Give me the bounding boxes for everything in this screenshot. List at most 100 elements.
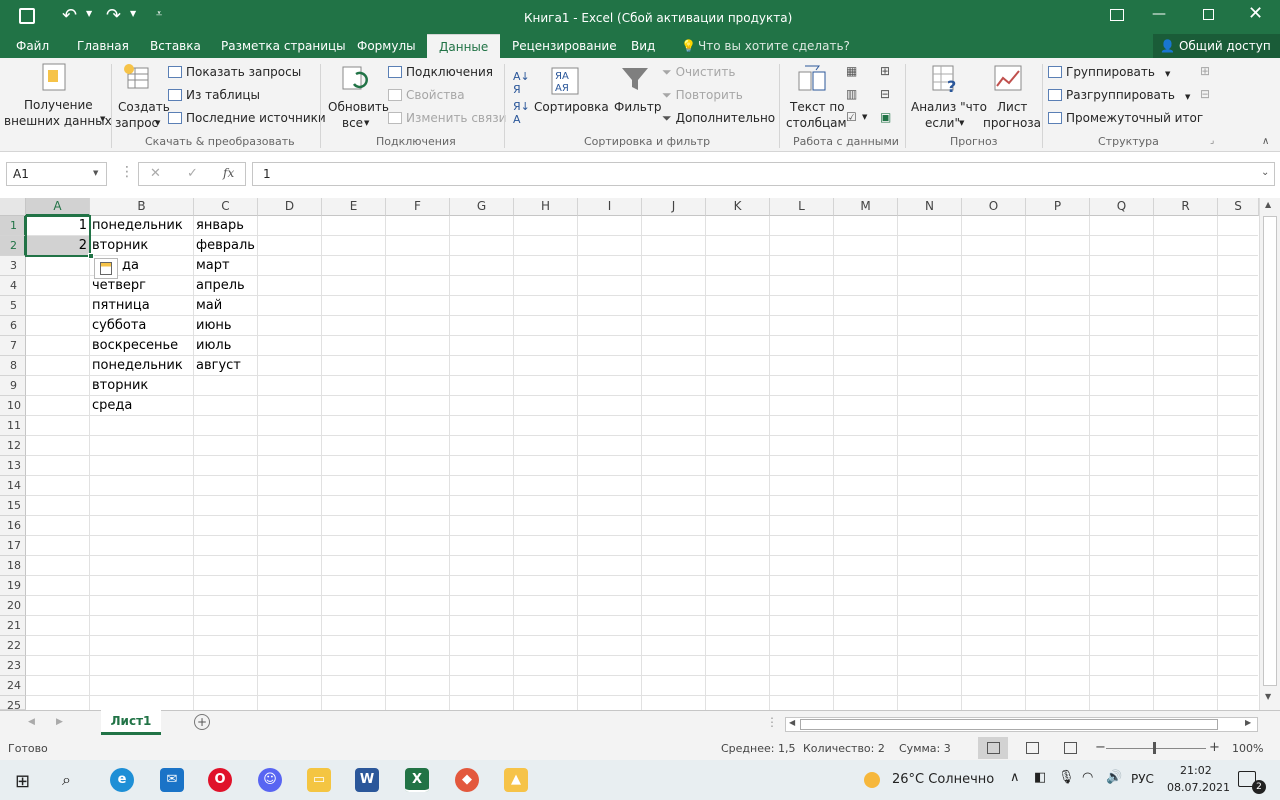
chevron-down-icon[interactable]: ▼ (862, 113, 867, 121)
column-header-s[interactable]: S (1218, 198, 1259, 216)
cell-b2[interactable]: вторник (90, 236, 150, 256)
get-external-data-button[interactable]: Получение внешних данных ▼ (0, 58, 112, 132)
column-header-d[interactable]: D (258, 198, 322, 216)
column-header-f[interactable]: F (386, 198, 450, 216)
row-header-2[interactable]: 2 (0, 236, 26, 256)
show-detail-icon[interactable]: ⊞ (1200, 64, 1210, 78)
cell-c2[interactable]: февраль (194, 236, 257, 256)
ribbon-display-options-icon[interactable] (1110, 9, 1124, 21)
photos-icon[interactable]: ▲ (504, 768, 528, 792)
microphone-icon[interactable]: 🎙 (1058, 770, 1075, 785)
row-header-16[interactable]: 16 (0, 516, 26, 536)
column-header-p[interactable]: P (1026, 198, 1090, 216)
row-header-21[interactable]: 21 (0, 616, 26, 636)
row-header-7[interactable]: 7 (0, 336, 26, 356)
tab-split-handle[interactable]: ⋮ (766, 715, 778, 729)
expand-formula-icon[interactable]: ⌄ (1261, 167, 1269, 178)
sort-button[interactable]: ЯA AЯ Сортировка (532, 58, 609, 132)
flash-fill-icon[interactable]: ▦ (846, 64, 857, 78)
horizontal-scrollbar[interactable]: ◀ ▶ (785, 717, 1258, 732)
cell-b6[interactable]: суббота (90, 316, 148, 336)
dialog-launcher-icon[interactable]: ⌟ (1210, 136, 1214, 146)
refresh-all-button[interactable]: Обновить все ▼ (324, 58, 389, 132)
column-header-c[interactable]: C (194, 198, 258, 216)
name-box[interactable]: A1 ▼ (6, 162, 107, 186)
cell-b1[interactable]: понедельник (90, 216, 185, 236)
data-validation-icon[interactable]: ☑ (846, 110, 857, 124)
cell-c3[interactable]: март (194, 256, 232, 276)
recent-sources-button[interactable]: Последние источники (168, 111, 326, 125)
prev-sheet-icon[interactable]: ◀ (28, 717, 35, 727)
sort-za-icon[interactable]: Я↓ A (513, 100, 530, 126)
column-header-g[interactable]: G (450, 198, 514, 216)
row-header-13[interactable]: 13 (0, 456, 26, 476)
tab-page-layout[interactable]: Разметка страницы (221, 34, 346, 58)
column-header-l[interactable]: L (770, 198, 834, 216)
opera-icon[interactable]: O (208, 768, 232, 792)
minimize-icon[interactable]: — (1152, 6, 1166, 22)
what-if-analysis-button[interactable]: ? Анализ "что если" ▼ (907, 58, 987, 132)
sort-az-icon[interactable]: A↓ Я (513, 70, 530, 96)
consolidate-icon[interactable]: ⊞ (880, 64, 890, 78)
column-header-o[interactable]: O (962, 198, 1026, 216)
column-header-q[interactable]: Q (1090, 198, 1154, 216)
column-header-e[interactable]: E (322, 198, 386, 216)
row-header-19[interactable]: 19 (0, 576, 26, 596)
column-header-r[interactable]: R (1154, 198, 1218, 216)
collapse-ribbon-icon[interactable]: ∧ (1262, 136, 1269, 147)
horizontal-scroll-thumb[interactable] (800, 719, 1218, 730)
zoom-in-icon[interactable]: + (1209, 740, 1220, 755)
tab-review[interactable]: Рецензирование (512, 34, 617, 58)
discord-icon[interactable]: ☺ (258, 768, 282, 792)
excel-icon[interactable]: X (405, 768, 429, 792)
row-header-22[interactable]: 22 (0, 636, 26, 656)
edit-links-button[interactable]: Изменить связи (388, 111, 506, 125)
row-header-5[interactable]: 5 (0, 296, 26, 316)
tell-me-search[interactable]: Что вы хотите сделать? (698, 34, 850, 58)
redo-dropdown-icon[interactable]: ▼ (130, 9, 136, 18)
cell-b7[interactable]: воскресенье (90, 336, 180, 356)
customize-qat-icon[interactable]: ⩡ (156, 7, 162, 21)
cell-c7[interactable]: июль (194, 336, 233, 356)
tab-file[interactable]: Файл (16, 34, 49, 58)
row-header-3[interactable]: 3 (0, 256, 26, 276)
cell-c8[interactable]: август (194, 356, 243, 376)
select-all-corner[interactable] (0, 198, 26, 216)
text-to-columns-button[interactable]: Текст по столбцам (782, 58, 847, 132)
column-header-h[interactable]: H (514, 198, 578, 216)
row-header-9[interactable]: 9 (0, 376, 26, 396)
cell-b9[interactable]: вторник (90, 376, 150, 396)
formula-input[interactable]: 1 ⌄ (252, 162, 1275, 186)
relationships-icon[interactable]: ⊟ (880, 87, 890, 101)
wifi-icon[interactable]: ◠ (1082, 770, 1093, 785)
subtotal-button[interactable]: Промежуточный итог (1048, 111, 1203, 125)
filter-button[interactable]: Фильтр (612, 58, 661, 132)
auto-fill-options-button[interactable] (94, 258, 118, 279)
cell-b4[interactable]: четверг (90, 276, 148, 296)
zoom-slider[interactable] (1106, 748, 1206, 749)
vertical-scroll-thumb[interactable] (1263, 216, 1277, 686)
undo-icon[interactable]: ↶ (62, 5, 77, 26)
mail-icon[interactable]: ✉ (160, 768, 184, 792)
page-break-view-icon[interactable] (1064, 742, 1077, 754)
maximize-icon[interactable] (1203, 9, 1214, 20)
show-queries-button[interactable]: Показать запросы (168, 65, 301, 79)
clock-date[interactable]: 08.07.2021 (1167, 781, 1230, 794)
enter-icon[interactable]: ✓ (187, 166, 198, 181)
row-header-6[interactable]: 6 (0, 316, 26, 336)
next-sheet-icon[interactable]: ▶ (56, 717, 63, 727)
search-icon[interactable]: ⌕ (62, 770, 71, 790)
undo-dropdown-icon[interactable]: ▼ (86, 9, 92, 18)
word-icon[interactable]: W (355, 768, 379, 792)
redo-icon[interactable]: ↷ (106, 5, 121, 26)
tab-home[interactable]: Главная (77, 34, 129, 58)
share-button[interactable]: 👤 Общий доступ (1153, 34, 1280, 58)
cell-b10[interactable]: среда (90, 396, 134, 416)
add-sheet-icon[interactable]: + (194, 714, 210, 730)
row-header-12[interactable]: 12 (0, 436, 26, 456)
row-header-8[interactable]: 8 (0, 356, 26, 376)
row-header-10[interactable]: 10 (0, 396, 26, 416)
zoom-level[interactable]: 100% (1232, 742, 1263, 755)
tab-formulas[interactable]: Формулы (357, 34, 416, 58)
close-icon[interactable]: ✕ (1248, 3, 1263, 24)
